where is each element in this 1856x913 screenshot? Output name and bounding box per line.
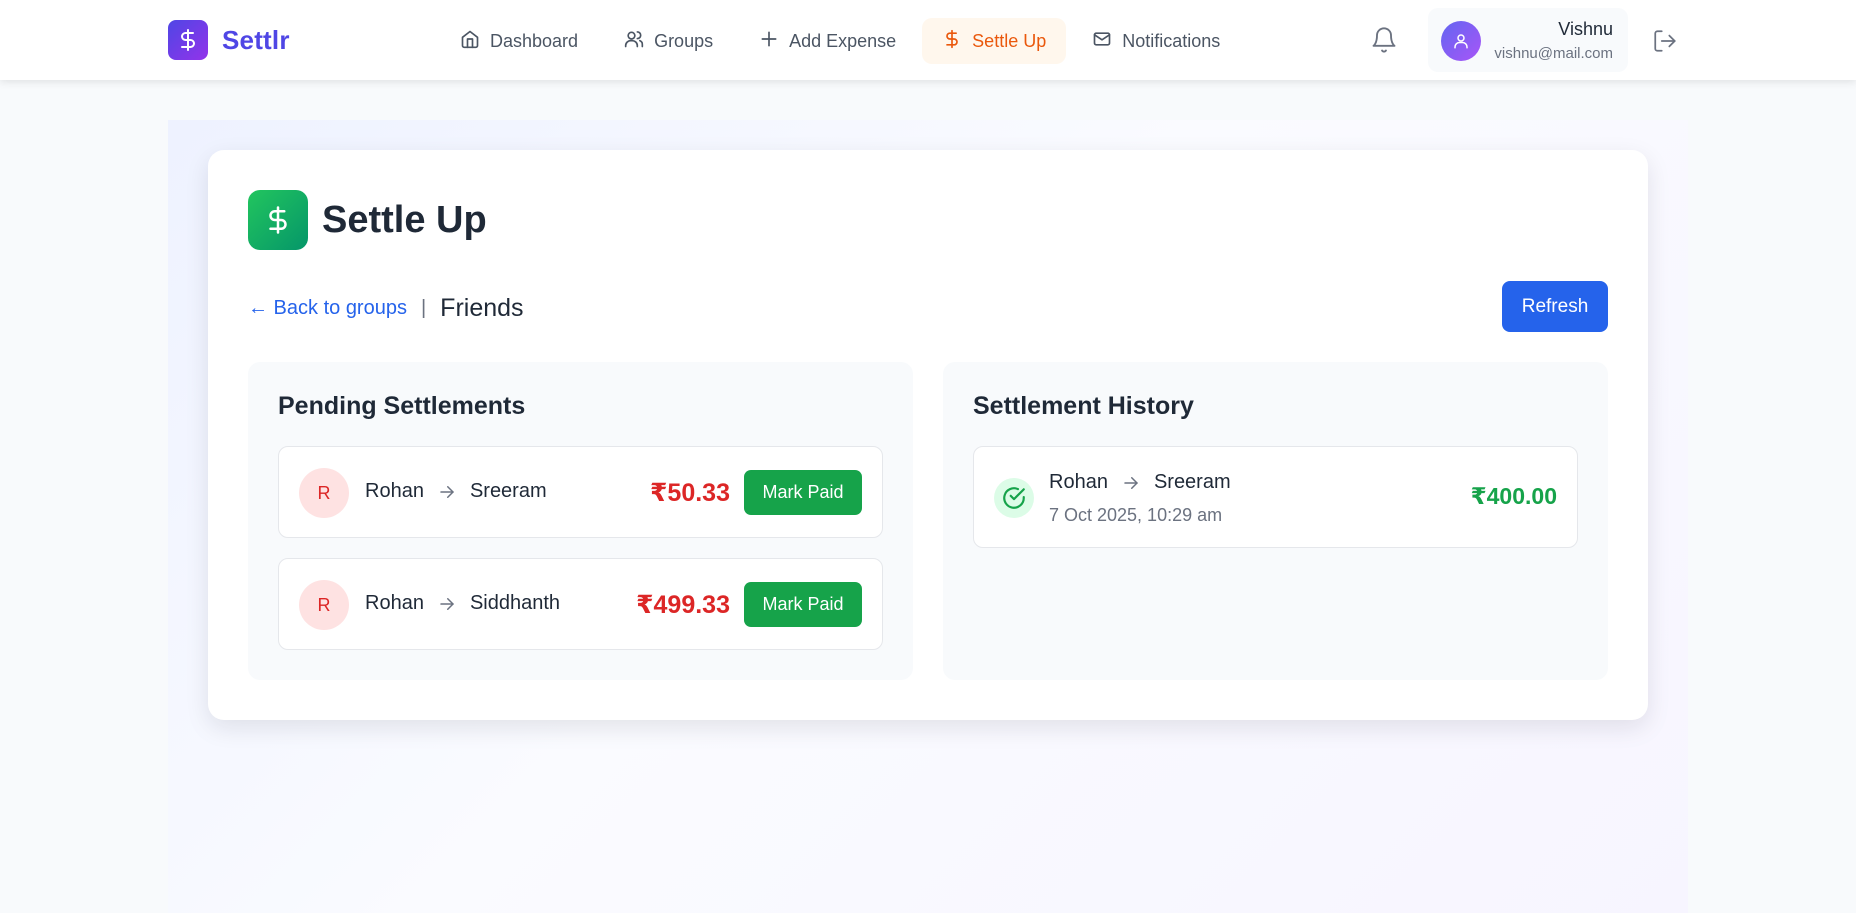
avatar: R bbox=[299, 580, 349, 630]
nav-item-groups[interactable]: Groups bbox=[604, 18, 733, 64]
nav-item-label: Settle Up bbox=[972, 30, 1047, 51]
payee-name: Siddhanth bbox=[469, 592, 561, 614]
nav-item-label: Notifications bbox=[1122, 30, 1221, 51]
nav-item-label: Dashboard bbox=[490, 30, 579, 51]
nav-item-settle-up[interactable]: Settle Up bbox=[922, 18, 1067, 64]
pending-settlements-panel: Pending Settlements R Rohan Sreeram ₹50.… bbox=[248, 362, 913, 680]
list-item: R Rohan Siddhanth ₹499.33 Mark Paid bbox=[278, 558, 883, 650]
page-title: Settle Up bbox=[322, 198, 487, 241]
user-email: vishnu@mail.com bbox=[1494, 45, 1613, 62]
arrow-right-icon bbox=[1122, 474, 1140, 492]
amount: ₹499.33 bbox=[636, 591, 730, 619]
plus-icon bbox=[759, 29, 779, 54]
history-item: Rohan Sreeram 7 Oct 2025, 10:29 am ₹400.… bbox=[973, 446, 1578, 548]
panel-title: Pending Settlements bbox=[278, 392, 526, 420]
arrow-right-icon bbox=[438, 595, 456, 613]
breadcrumb: ← Back to groups | Friends bbox=[248, 290, 524, 326]
users-icon bbox=[624, 29, 644, 54]
bell-icon[interactable] bbox=[1370, 26, 1398, 54]
check-circle-icon bbox=[994, 478, 1034, 518]
settlement-date: 7 Oct 2025, 10:29 am bbox=[1049, 505, 1223, 525]
panel-title: Settlement History bbox=[973, 392, 1194, 420]
payee-name: Sreeram bbox=[1153, 471, 1231, 493]
page-header: Settle Up bbox=[248, 190, 487, 250]
amount: ₹50.33 bbox=[650, 479, 730, 507]
breadcrumb-separator: | bbox=[420, 296, 427, 319]
settlement-history-panel: Settlement History Rohan Sreeram 7 Oct 2… bbox=[943, 362, 1608, 680]
avatar: R bbox=[299, 468, 349, 518]
brand[interactable]: Settlr bbox=[168, 20, 290, 60]
back-to-groups-link[interactable]: ← Back to groups bbox=[248, 297, 407, 320]
home-icon bbox=[460, 29, 480, 54]
payer-name: Rohan bbox=[1049, 471, 1108, 493]
mark-paid-button[interactable]: Mark Paid bbox=[744, 582, 862, 627]
nav-item-notifications[interactable]: Notifications bbox=[1072, 18, 1240, 64]
logout-icon[interactable] bbox=[1652, 28, 1678, 54]
user-icon bbox=[1454, 34, 1468, 49]
user-name: Vishnu bbox=[1558, 19, 1613, 39]
payer-name: Rohan bbox=[365, 592, 424, 614]
nav-item-label: Groups bbox=[654, 30, 714, 51]
refresh-button[interactable]: Refresh bbox=[1502, 281, 1608, 332]
group-name: Friends bbox=[440, 293, 524, 322]
payee-name: Sreeram bbox=[469, 480, 547, 502]
nav-item-label: Add Expense bbox=[789, 30, 897, 51]
brand-name: Settlr bbox=[222, 24, 290, 55]
settlement-parties: Rohan Sreeram bbox=[1049, 471, 1231, 494]
payer-name: Rohan bbox=[365, 480, 424, 502]
dollar-icon bbox=[942, 29, 962, 54]
mark-paid-button[interactable]: Mark Paid bbox=[744, 470, 862, 515]
top-navbar: Settlr Dashboard Groups Add Expense Sett… bbox=[0, 0, 1856, 80]
avatar bbox=[1441, 21, 1481, 61]
main-nav: Dashboard Groups Add Expense Settle Up N… bbox=[440, 18, 1240, 64]
dollar-icon bbox=[248, 190, 308, 250]
nav-item-add-expense[interactable]: Add Expense bbox=[739, 18, 916, 64]
amount: ₹400.00 bbox=[1470, 483, 1557, 509]
settlement-parties: Rohan Sreeram bbox=[365, 480, 547, 503]
dollar-icon bbox=[168, 20, 208, 60]
list-item: R Rohan Sreeram ₹50.33 Mark Paid bbox=[278, 446, 883, 538]
nav-item-dashboard[interactable]: Dashboard bbox=[440, 18, 598, 64]
settle-up-card: Settle Up ← Back to groups | Friends Ref… bbox=[208, 150, 1648, 720]
user-menu[interactable]: Vishnu vishnu@mail.com bbox=[1428, 8, 1628, 72]
settlement-parties: Rohan Siddhanth bbox=[365, 592, 560, 615]
mail-icon bbox=[1092, 29, 1112, 54]
arrow-right-icon bbox=[438, 483, 456, 501]
